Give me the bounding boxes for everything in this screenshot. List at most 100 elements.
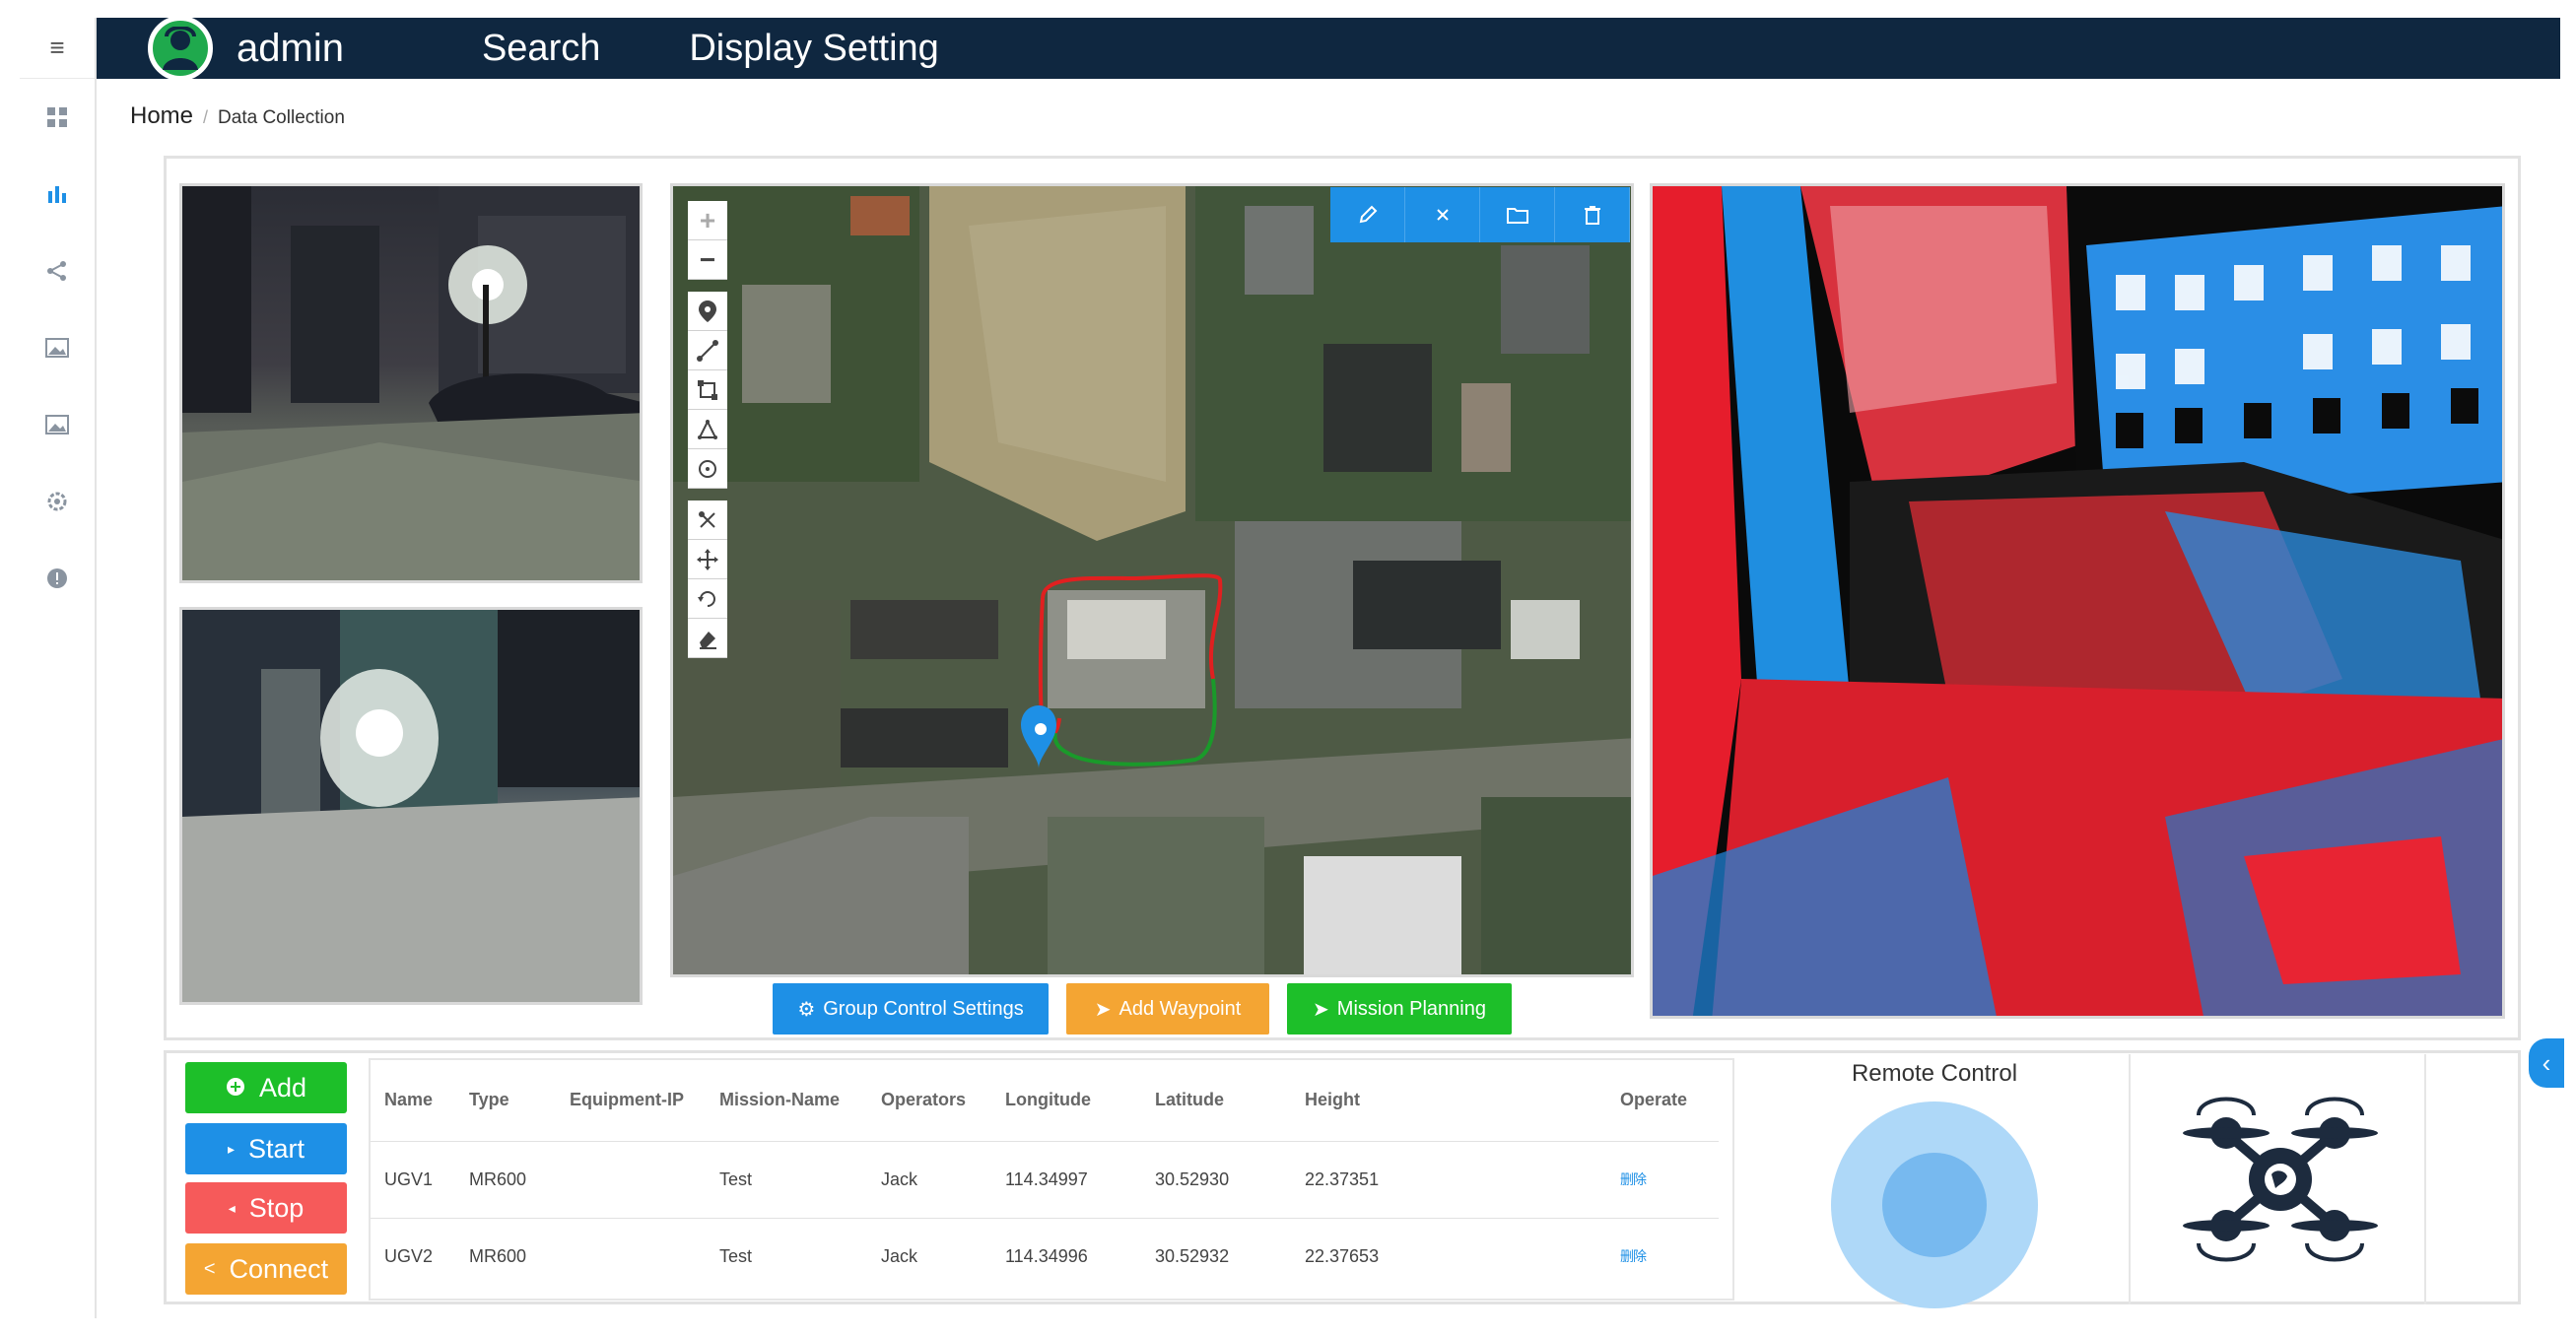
breadcrumb-home[interactable]: Home bbox=[130, 102, 193, 130]
image-icon[interactable] bbox=[20, 386, 95, 463]
add-button[interactable]: Add bbox=[185, 1062, 347, 1113]
col-latitude: Latitude bbox=[1155, 1090, 1224, 1110]
play-icon: ▸ bbox=[227, 1140, 235, 1157]
cell-height: 22.37351 bbox=[1305, 1140, 1620, 1218]
cell-latitude: 30.52932 bbox=[1155, 1217, 1305, 1295]
zoom-in-button[interactable]: + bbox=[688, 201, 727, 240]
col-operators: Operators bbox=[881, 1090, 967, 1110]
stop-icon: ◂ bbox=[228, 1199, 236, 1216]
sidebar: ≡ bbox=[20, 18, 97, 1318]
cell-name: UGV2 bbox=[371, 1217, 469, 1295]
cell-operators: Jack bbox=[881, 1140, 1005, 1218]
device-table: Name Type Equipment-IP Mission-Name Oper… bbox=[369, 1058, 1734, 1301]
collapse-panel-button[interactable]: ‹ bbox=[2529, 1038, 2564, 1088]
plus-circle-icon bbox=[226, 1073, 245, 1103]
col-longitude: Longitude bbox=[1005, 1090, 1091, 1110]
dashboard-icon[interactable] bbox=[20, 79, 95, 156]
breadcrumb-current: Data Collection bbox=[218, 107, 345, 128]
gear-icon[interactable] bbox=[20, 463, 95, 540]
camera-feed-1 bbox=[179, 183, 643, 583]
camera-feed-2 bbox=[179, 607, 643, 1005]
col-type: Type bbox=[469, 1090, 509, 1110]
group-control-label: Group Control Settings bbox=[823, 997, 1024, 1020]
col-mission-name: Mission-Name bbox=[719, 1090, 841, 1110]
close-icon[interactable] bbox=[1405, 187, 1480, 242]
remote-control-title: Remote Control bbox=[1851, 1060, 2018, 1087]
connect-label: Connect bbox=[229, 1253, 329, 1284]
cell-longitude: 114.34997 bbox=[1005, 1140, 1155, 1218]
cell-longitude: 114.34996 bbox=[1005, 1217, 1155, 1295]
user-avatar[interactable] bbox=[148, 16, 213, 81]
delete-link[interactable]: 删除 bbox=[1620, 1140, 1719, 1218]
polygon-tool-icon[interactable] bbox=[688, 410, 727, 449]
breadcrumb-separator: / bbox=[203, 107, 209, 127]
cell-equipment-ip bbox=[570, 1217, 719, 1295]
rotate-tool-icon[interactable] bbox=[688, 579, 727, 619]
connect-button[interactable]: < Connect bbox=[185, 1243, 347, 1295]
start-button[interactable]: ▸ Start bbox=[185, 1123, 347, 1174]
mission-planning-button[interactable]: ➤ Mission Planning bbox=[1287, 983, 1512, 1035]
chevron-left-icon: ‹ bbox=[2542, 1047, 2551, 1078]
nav-search[interactable]: Search bbox=[482, 28, 600, 70]
stop-button[interactable]: ◂ Stop bbox=[185, 1182, 347, 1234]
add-waypoint-button[interactable]: ➤ Add Waypoint bbox=[1066, 983, 1269, 1035]
stop-label: Stop bbox=[248, 1192, 305, 1223]
cell-type: MR600 bbox=[469, 1217, 570, 1295]
polyline-tool-icon[interactable] bbox=[688, 331, 727, 370]
image-icon[interactable] bbox=[20, 309, 95, 386]
table-row[interactable]: UGV2 MR600 Test Jack 114.34996 30.52932 … bbox=[371, 1217, 1719, 1295]
col-height: Height bbox=[1305, 1090, 1360, 1110]
marker-tool-icon[interactable] bbox=[688, 292, 727, 331]
col-operate: Operate bbox=[1620, 1090, 1688, 1110]
rectangle-tool-icon[interactable] bbox=[688, 370, 727, 410]
trash-icon[interactable] bbox=[1555, 187, 1630, 242]
edit-icon[interactable] bbox=[1330, 187, 1405, 242]
cell-latitude: 30.52930 bbox=[1155, 1140, 1305, 1218]
eraser-tool-icon[interactable] bbox=[688, 619, 727, 658]
nav-display-setting[interactable]: Display Setting bbox=[689, 28, 938, 70]
col-name: Name bbox=[384, 1090, 434, 1110]
gear-icon: ⚙ bbox=[797, 998, 816, 1021]
cell-mission-name: Test bbox=[719, 1140, 881, 1218]
point-cloud-view[interactable] bbox=[1650, 183, 2505, 1019]
remote-control-panel: Remote Control bbox=[1738, 1054, 2131, 1308]
delete-link[interactable]: 删除 bbox=[1620, 1217, 1719, 1295]
cell-type: MR600 bbox=[469, 1140, 570, 1218]
map-toolbar-top bbox=[1330, 187, 1630, 242]
satellite-map[interactable] bbox=[670, 183, 1634, 977]
share-icon: < bbox=[203, 1257, 216, 1280]
col-equipment-ip: Equipment-IP bbox=[570, 1090, 684, 1110]
table-header-row: Name Type Equipment-IP Mission-Name Oper… bbox=[371, 1060, 1719, 1141]
move-tool-icon[interactable] bbox=[688, 540, 727, 579]
location-pin-icon[interactable] bbox=[1021, 705, 1056, 768]
cell-operators: Jack bbox=[881, 1217, 1005, 1295]
cell-height: 22.37653 bbox=[1305, 1217, 1620, 1295]
username[interactable]: admin bbox=[237, 27, 344, 71]
hamburger-icon[interactable]: ≡ bbox=[20, 18, 95, 79]
start-label: Start bbox=[248, 1133, 305, 1164]
send-icon: ➤ bbox=[1094, 998, 1112, 1021]
info-icon[interactable] bbox=[20, 540, 95, 617]
joystick-base[interactable] bbox=[1831, 1101, 2038, 1308]
cell-mission-name: Test bbox=[719, 1217, 881, 1295]
joystick-handle[interactable] bbox=[1882, 1153, 1987, 1257]
cell-equipment-ip bbox=[570, 1140, 719, 1218]
folder-icon[interactable] bbox=[1480, 187, 1555, 242]
top-navbar: admin Search Display Setting bbox=[97, 16, 2560, 81]
table-row[interactable]: UGV1 MR600 Test Jack 114.34997 30.52930 … bbox=[371, 1140, 1719, 1218]
send-icon: ➤ bbox=[1313, 998, 1329, 1021]
mission-planning-label: Mission Planning bbox=[1336, 997, 1486, 1020]
map-toolbar-left: + − bbox=[688, 201, 727, 658]
add-waypoint-label: Add Waypoint bbox=[1119, 997, 1242, 1020]
breadcrumb: Home / Data Collection bbox=[130, 102, 345, 130]
cut-tool-icon[interactable] bbox=[688, 501, 727, 540]
cell-name: UGV1 bbox=[371, 1140, 469, 1218]
group-control-settings-button[interactable]: ⚙ Group Control Settings bbox=[773, 983, 1049, 1035]
share-icon[interactable] bbox=[20, 233, 95, 309]
circle-tool-icon[interactable] bbox=[688, 449, 727, 489]
zoom-out-button[interactable]: − bbox=[688, 240, 727, 280]
drone-icon bbox=[2183, 1097, 2378, 1262]
drone-logo-panel bbox=[2136, 1054, 2426, 1304]
bar-chart-icon[interactable] bbox=[20, 156, 95, 233]
add-label: Add bbox=[258, 1072, 307, 1102]
